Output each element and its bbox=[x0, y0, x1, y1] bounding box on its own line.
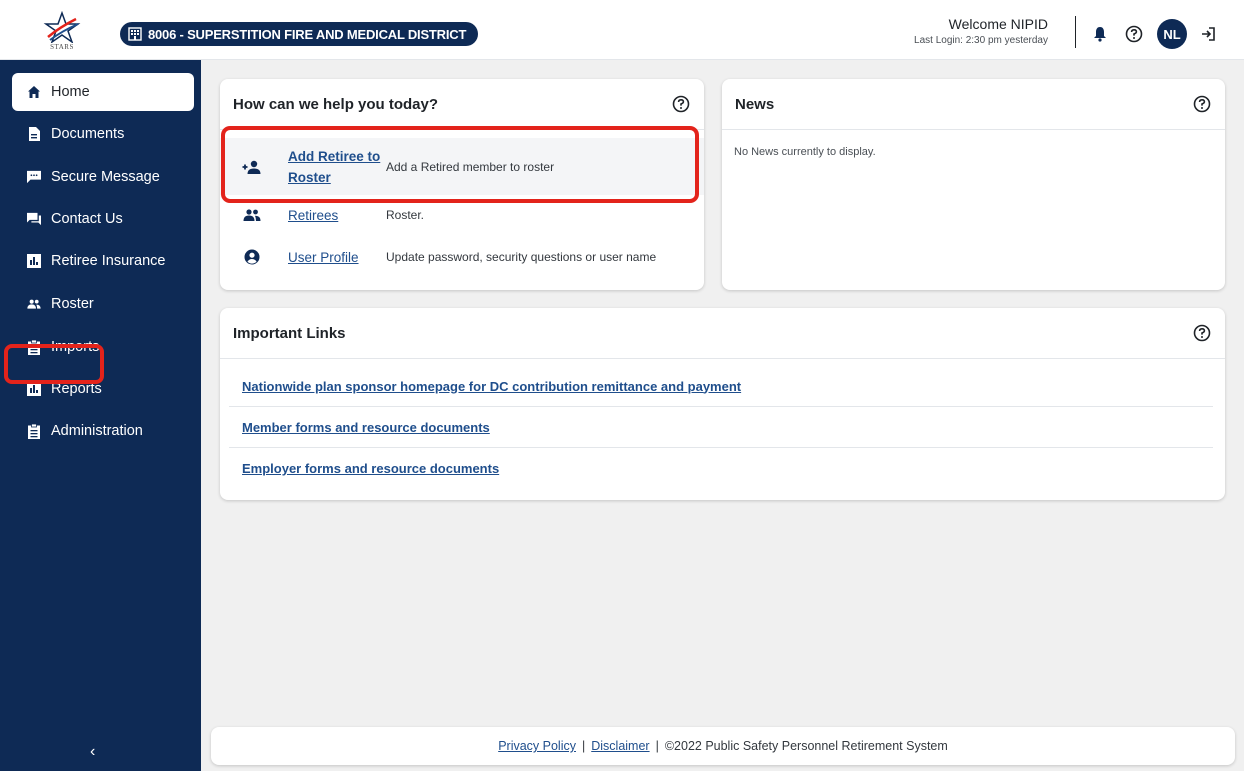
important-links-title: Important Links bbox=[233, 324, 346, 342]
user-profile-link[interactable]: User Profile bbox=[288, 250, 359, 265]
welcome-text: Welcome NIPID bbox=[948, 16, 1048, 32]
help-icon[interactable] bbox=[1193, 324, 1211, 342]
people-icon bbox=[242, 207, 262, 223]
footer-separator: | bbox=[581, 739, 586, 753]
sidebar-item-label: Retiree Insurance bbox=[51, 253, 166, 269]
sidebar-item-label: Home bbox=[51, 84, 90, 100]
star-icon bbox=[43, 10, 81, 44]
important-links-card: Important Links Nationwide plan sponsor … bbox=[220, 308, 1225, 500]
sidebar-item-label: Administration bbox=[51, 423, 143, 439]
user-circle-icon bbox=[242, 249, 262, 265]
logo-text: STARS bbox=[50, 43, 74, 51]
sidebar-item-secure-message[interactable]: Secure Message bbox=[12, 158, 194, 196]
add-retiree-desc: Add a Retired member to roster bbox=[386, 159, 555, 174]
footer: Privacy Policy | Disclaimer | ©2022 Publ… bbox=[211, 727, 1235, 765]
collapse-sidebar-button[interactable]: ‹ bbox=[90, 743, 95, 761]
add-retiree-link[interactable]: Add Retiree to Roster bbox=[288, 146, 380, 188]
sidebar-item-administration[interactable]: Administration bbox=[12, 412, 194, 450]
footer-separator: | bbox=[655, 739, 659, 753]
news-card-header: News bbox=[722, 79, 1225, 130]
sidebar: Home Documents Secure Message Contact Us… bbox=[0, 60, 201, 771]
document-icon bbox=[27, 127, 41, 141]
member-forms-link[interactable]: Member forms and resource documents bbox=[242, 420, 490, 435]
add-retiree-link-line2: Roster bbox=[288, 169, 331, 185]
privacy-policy-link[interactable]: Privacy Policy bbox=[498, 739, 576, 753]
sidebar-item-reports[interactable]: Reports bbox=[12, 370, 194, 408]
sidebar-item-label: Secure Message bbox=[51, 169, 160, 185]
sidebar-item-label: Contact Us bbox=[51, 211, 123, 227]
bar-chart-icon bbox=[27, 382, 41, 396]
message-icon bbox=[27, 170, 41, 184]
welcome-block: Welcome NIPID Last Login: 2:30 pm yester… bbox=[914, 16, 1048, 46]
bell-icon[interactable] bbox=[1090, 24, 1110, 44]
help-card: How can we help you today? Add Retiree t… bbox=[220, 79, 704, 290]
list-item: Member forms and resource documents bbox=[229, 407, 1213, 448]
building-icon bbox=[128, 27, 142, 41]
stars-logo[interactable]: STARS bbox=[42, 10, 86, 51]
chat-icon bbox=[27, 212, 41, 226]
clipboard-icon bbox=[27, 423, 41, 439]
help-icon[interactable] bbox=[1193, 95, 1211, 113]
retirees-desc: Roster. bbox=[386, 208, 425, 222]
sidebar-item-label: Documents bbox=[51, 126, 125, 142]
sidebar-item-label: Roster bbox=[51, 296, 94, 312]
header-divider bbox=[1075, 16, 1076, 48]
add-person-icon bbox=[242, 159, 262, 175]
disclaimer-link[interactable]: Disclaimer bbox=[591, 739, 649, 753]
sidebar-item-roster[interactable]: Roster bbox=[12, 285, 194, 323]
help-card-header: How can we help you today? bbox=[220, 79, 704, 130]
help-icon[interactable] bbox=[672, 95, 690, 113]
main-content: How can we help you today? Add Retiree t… bbox=[201, 60, 1244, 771]
sidebar-item-label: Imports bbox=[51, 339, 100, 355]
add-retiree-link-line1: Add Retiree to bbox=[288, 148, 381, 164]
bar-chart-icon bbox=[27, 254, 41, 268]
sidebar-item-imports[interactable]: Imports bbox=[12, 328, 194, 366]
important-links-header: Important Links bbox=[220, 308, 1225, 359]
retirees-link[interactable]: Retirees bbox=[288, 208, 338, 223]
news-empty-text: No News currently to display. bbox=[734, 146, 876, 158]
copyright-text: ©2022 Public Safety Personnel Retirement… bbox=[664, 739, 948, 753]
help-icon[interactable] bbox=[1124, 24, 1144, 44]
last-login-text: Last Login: 2:30 pm yesterday bbox=[914, 35, 1048, 46]
sidebar-item-documents[interactable]: Documents bbox=[12, 115, 194, 153]
employer-forms-link[interactable]: Employer forms and resource documents bbox=[242, 461, 499, 476]
home-icon bbox=[27, 85, 41, 99]
user-profile-desc: Update password, security questions or u… bbox=[386, 250, 657, 264]
list-item: Employer forms and resource documents bbox=[229, 448, 1213, 489]
sidebar-item-retiree-insurance[interactable]: Retiree Insurance bbox=[12, 242, 194, 280]
people-icon bbox=[27, 297, 41, 311]
news-card: News No News currently to display. bbox=[722, 79, 1225, 290]
help-card-title: How can we help you today? bbox=[233, 95, 439, 113]
help-row-retirees[interactable]: Retirees Roster. bbox=[220, 195, 704, 235]
sidebar-item-contact-us[interactable]: Contact Us bbox=[12, 200, 194, 238]
sidebar-item-label: Reports bbox=[51, 381, 102, 397]
top-header: STARS 8006 - SUPERSTITION FIRE AND MEDIC… bbox=[0, 0, 1244, 60]
clipboard-icon bbox=[27, 339, 41, 355]
list-item: Nationwide plan sponsor homepage for DC … bbox=[229, 366, 1213, 407]
agency-name: 8006 - SUPERSTITION FIRE AND MEDICAL DIS… bbox=[148, 26, 467, 42]
sidebar-item-home[interactable]: Home bbox=[12, 73, 194, 111]
logout-icon[interactable] bbox=[1198, 24, 1218, 44]
nationwide-link[interactable]: Nationwide plan sponsor homepage for DC … bbox=[242, 379, 741, 394]
help-row-user-profile[interactable]: User Profile Update password, security q… bbox=[220, 237, 704, 277]
agency-selector[interactable]: 8006 - SUPERSTITION FIRE AND MEDICAL DIS… bbox=[120, 22, 479, 46]
avatar[interactable]: NL bbox=[1157, 19, 1187, 49]
help-row-add-retiree[interactable]: Add Retiree to Roster Add a Retired membe… bbox=[220, 138, 704, 195]
news-card-title: News bbox=[735, 95, 775, 113]
